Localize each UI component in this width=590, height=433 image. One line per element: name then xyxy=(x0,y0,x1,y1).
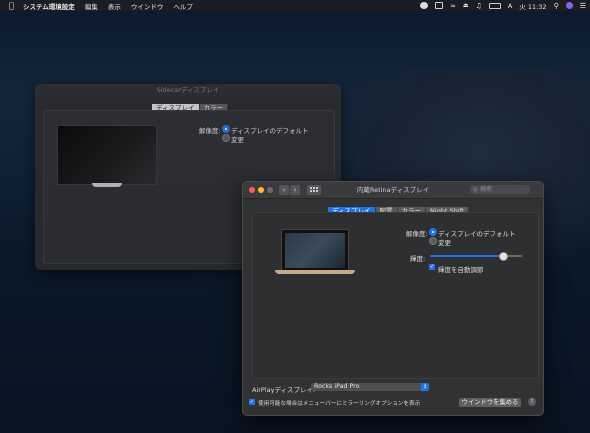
input-source-icon[interactable]: A xyxy=(508,2,512,10)
auto-brightness-label[interactable]: 輝度を自動調節 xyxy=(438,264,484,274)
creative-cloud-icon[interactable] xyxy=(419,2,428,9)
radio-scaled[interactable] xyxy=(429,237,437,245)
menu-edit[interactable]: 編集 xyxy=(85,1,98,11)
main-window-titlebar: ‹ › 内蔵Retinaディスプレイ ⚲ 検索 xyxy=(243,182,543,199)
notification-center-icon[interactable]: ☰ xyxy=(580,2,586,10)
menubar-clock[interactable]: 火 11:32 xyxy=(519,1,546,11)
volume-icon[interactable]: ♫ xyxy=(476,2,482,10)
builtin-retina-display-window: ‹ › 内蔵Retinaディスプレイ ⚲ 検索 ディスプレイ 配置 カラー Ni… xyxy=(242,181,544,416)
mirroring-options-checkbox[interactable]: ✓ xyxy=(249,399,255,405)
eject-icon[interactable]: ⏏ xyxy=(463,2,469,9)
airplay-display-label: AirPlayディスプレイ: xyxy=(252,386,316,394)
sidecar-radio-change-label[interactable]: 変更 xyxy=(231,134,244,144)
sidecar-icon[interactable] xyxy=(434,2,443,9)
brightness-slider-track[interactable] xyxy=(430,255,502,257)
airplay-display-value: Rocks iPad Pro xyxy=(314,383,360,390)
menu-window[interactable]: ウインドウ xyxy=(131,1,164,11)
radio-default-for-display[interactable] xyxy=(429,228,437,236)
sidecar-resolution-label: 解像度: xyxy=(199,127,221,135)
menu-bar:  システム環境設定 編集 表示 ウインドウ ヘルプ ≈ ⏏ ♫ A 火 11:… xyxy=(0,0,590,11)
airplay-display-select[interactable]: Rocks iPad Pro ↕ xyxy=(311,383,429,391)
apple-icon[interactable]:  xyxy=(9,1,17,10)
menu-extras: ≈ ⏏ ♫ A 火 11:32 ⚲ ☰ xyxy=(419,0,586,11)
help-button[interactable]: ? xyxy=(528,398,536,406)
mirroring-options-label[interactable]: 使用可能な場合はメニューバーにミラーリングオプションを表示 xyxy=(258,399,420,407)
battery-icon[interactable] xyxy=(488,2,501,9)
menu-view[interactable]: 表示 xyxy=(108,1,121,11)
resolution-label: 解像度: xyxy=(406,230,428,238)
sidecar-radio-change[interactable] xyxy=(222,134,230,142)
auto-brightness-checkbox[interactable]: ✓ xyxy=(429,264,435,270)
search-placeholder: 検索 xyxy=(480,186,493,193)
wifi-icon[interactable]: ≈ xyxy=(450,2,456,10)
brightness-slider-knob[interactable] xyxy=(499,252,508,261)
menu-app-name[interactable]: システム環境設定 xyxy=(23,1,75,11)
brightness-label: 輝度: xyxy=(410,255,426,263)
search-icon: ⚲ xyxy=(473,187,478,194)
sidecar-radio-default[interactable] xyxy=(222,125,230,133)
sidecar-window-title: Sidecarディスプレイ xyxy=(35,84,341,97)
siri-icon[interactable] xyxy=(565,2,573,9)
chevron-updown-icon: ↕ xyxy=(421,383,429,391)
macbook-display-image xyxy=(275,229,355,274)
ipad-display-image xyxy=(57,125,157,185)
radio-scaled-label[interactable]: 変更 xyxy=(438,237,451,247)
spotlight-icon[interactable]: ⚲ xyxy=(554,2,559,10)
gather-windows-button[interactable]: ウインドウを集める xyxy=(459,398,521,407)
search-field[interactable]: ⚲ 検索 xyxy=(470,185,530,194)
ipad-display-stand xyxy=(92,183,122,187)
menu-help[interactable]: ヘルプ xyxy=(173,1,193,11)
